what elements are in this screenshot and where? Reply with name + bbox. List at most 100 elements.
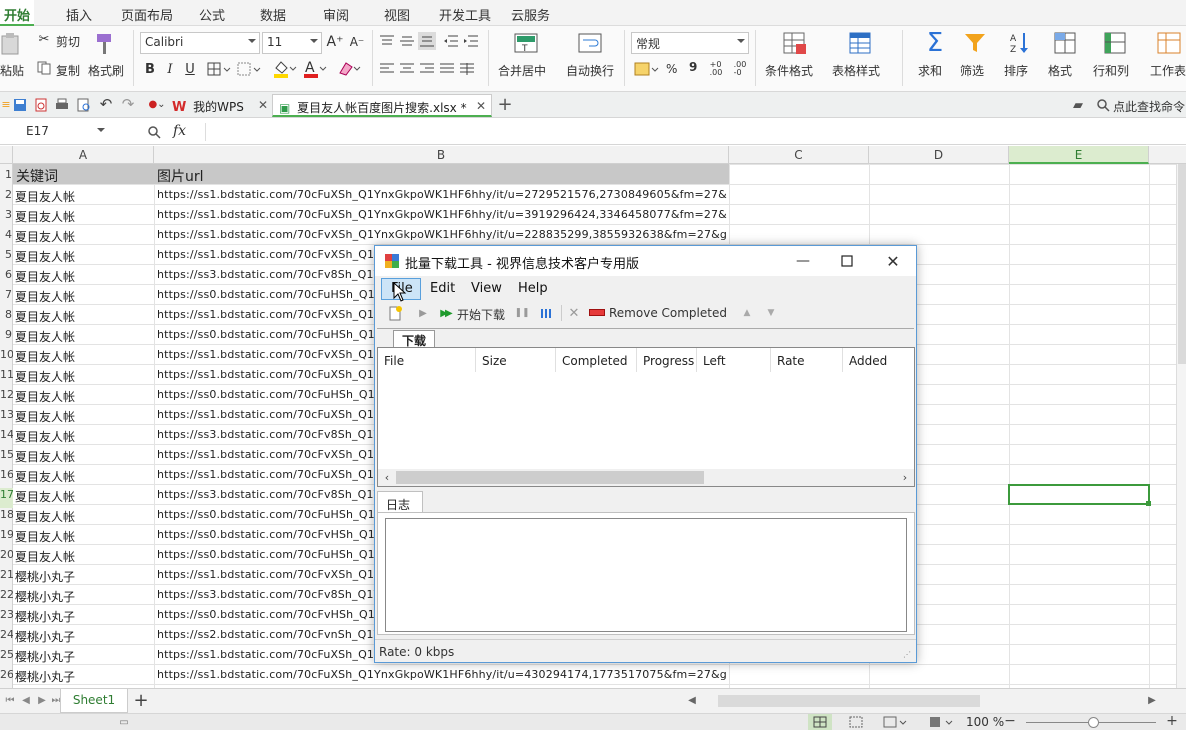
- row-header[interactable]: 11: [0, 368, 13, 388]
- next-sheet-icon[interactable]: ▶: [36, 693, 48, 707]
- percent-button[interactable]: %: [666, 62, 677, 76]
- tab-cloud[interactable]: 云服务: [511, 5, 550, 24]
- zoom-slider-thumb[interactable]: [1088, 717, 1099, 728]
- format-painter-icon[interactable]: [93, 32, 117, 56]
- formula-input[interactable]: [207, 120, 1186, 144]
- export-pdf-icon[interactable]: [33, 97, 49, 113]
- collapse-icon[interactable]: ▰: [1070, 97, 1086, 113]
- cut-button[interactable]: 剪切: [56, 33, 80, 50]
- distribute-icon[interactable]: [458, 60, 476, 78]
- row-header[interactable]: 4: [0, 228, 13, 248]
- row-header[interactable]: 16: [0, 468, 13, 488]
- tab-log[interactable]: 日志: [377, 491, 423, 513]
- column-header-d[interactable]: D: [869, 146, 1009, 164]
- doc-tab-wps[interactable]: W 我的WPS ✕: [172, 94, 270, 117]
- merge-center-icon[interactable]: T: [513, 30, 539, 56]
- select-all-corner[interactable]: [0, 146, 13, 164]
- col-header-completed[interactable]: Completed: [556, 348, 637, 372]
- pause-all-icon[interactable]: [540, 304, 554, 322]
- pause-icon[interactable]: ❚❚: [514, 304, 529, 322]
- font-color-icon[interactable]: A: [302, 58, 328, 80]
- tab-review[interactable]: 审阅: [323, 5, 349, 24]
- worksheet-button[interactable]: 工作表: [1150, 62, 1186, 79]
- col-header-size[interactable]: Size: [476, 348, 556, 372]
- row-header[interactable]: 17: [0, 488, 13, 508]
- play-icon[interactable]: ▶: [417, 304, 429, 322]
- cell-keyword[interactable]: 夏目友人帐: [15, 308, 153, 325]
- filter-button[interactable]: 筛选: [960, 62, 984, 79]
- row-header[interactable]: 14: [0, 428, 13, 448]
- cell-keyword[interactable]: 夏目友人帐: [15, 288, 153, 305]
- row-header[interactable]: 20: [0, 548, 13, 568]
- row-header[interactable]: 2: [0, 188, 13, 208]
- wrap-text-icon[interactable]: [577, 30, 603, 56]
- row-header[interactable]: 25: [0, 648, 13, 668]
- column-header-b[interactable]: B: [154, 146, 729, 164]
- search-icon[interactable]: [1096, 97, 1110, 113]
- col-header-progress[interactable]: Progress: [637, 348, 697, 372]
- align-center-icon[interactable]: [398, 60, 416, 78]
- tab-developer[interactable]: 开发工具: [439, 5, 491, 24]
- normal-view-icon[interactable]: [808, 714, 832, 730]
- column-header-e[interactable]: E: [1009, 146, 1149, 164]
- cell-keyword[interactable]: 夏目友人帐: [15, 448, 153, 465]
- conditional-format-icon[interactable]: [782, 30, 808, 56]
- row-header[interactable]: 22: [0, 588, 13, 608]
- cell-keyword[interactable]: 夏目友人帐: [15, 228, 153, 245]
- log-textarea[interactable]: [385, 518, 907, 632]
- conditional-format-button[interactable]: 条件格式: [765, 62, 813, 79]
- row-header[interactable]: 1: [0, 168, 13, 188]
- merge-center-button[interactable]: 合并居中: [498, 62, 546, 79]
- new-tab-icon[interactable]: +: [496, 94, 514, 115]
- header-cell-keyword[interactable]: 关键词: [16, 166, 152, 186]
- cell-keyword[interactable]: 樱桃小丸子: [15, 668, 153, 685]
- row-col-icon[interactable]: [1103, 30, 1129, 56]
- cell-keyword[interactable]: 夏目友人帐: [15, 548, 153, 565]
- cell-keyword[interactable]: 夏目友人帐: [15, 508, 153, 525]
- tab-home[interactable]: 开始: [0, 0, 35, 26]
- table-style-button[interactable]: 表格样式: [832, 62, 880, 79]
- macro-icon[interactable]: ▭: [116, 715, 132, 729]
- row-header[interactable]: 12: [0, 388, 13, 408]
- italic-icon[interactable]: I: [162, 60, 178, 78]
- sort-button[interactable]: 排序: [1004, 62, 1028, 79]
- format-button[interactable]: 格式: [1048, 62, 1072, 79]
- cell-keyword[interactable]: 夏目友人帐: [15, 408, 153, 425]
- column-header-c[interactable]: C: [729, 146, 869, 164]
- copy-button[interactable]: 复制: [56, 62, 80, 79]
- indent-decrease-icon[interactable]: [442, 32, 460, 50]
- vertical-scrollbar[interactable]: [1176, 164, 1186, 688]
- menu-view[interactable]: View: [471, 281, 502, 296]
- paste-icon[interactable]: [0, 32, 22, 56]
- row-header[interactable]: 23: [0, 608, 13, 628]
- dialog-titlebar[interactable]: 批量下载工具 - 视界信息技术客户专用版 — ✕: [375, 246, 916, 276]
- merge-border-icon[interactable]: [236, 60, 262, 78]
- close-icon[interactable]: ✕: [258, 98, 268, 112]
- bold-icon[interactable]: B: [142, 60, 158, 78]
- cell-keyword[interactable]: 夏目友人帐: [15, 208, 153, 225]
- new-task-icon[interactable]: [387, 304, 403, 322]
- row-header[interactable]: 9: [0, 328, 13, 348]
- tab-insert[interactable]: 插入: [66, 5, 92, 24]
- maximize-icon[interactable]: [837, 252, 857, 270]
- wps-menu-icon[interactable]: ≡: [1, 97, 10, 111]
- row-header[interactable]: 5: [0, 248, 13, 268]
- row-col-button[interactable]: 行和列: [1093, 62, 1129, 79]
- font-name-select[interactable]: Calibri: [140, 32, 260, 54]
- cell-keyword[interactable]: 夏目友人帐: [15, 488, 153, 505]
- header-cell-url[interactable]: 图片url: [157, 166, 727, 186]
- cell-keyword[interactable]: 樱桃小丸子: [15, 588, 153, 605]
- fx-icon[interactable]: fx: [173, 123, 186, 139]
- align-middle-icon[interactable]: [398, 32, 416, 50]
- move-up-icon[interactable]: ▲: [741, 304, 753, 322]
- cell-keyword[interactable]: 夏目友人帐: [15, 188, 153, 205]
- sum-button[interactable]: 求和: [918, 62, 942, 79]
- find-command-input[interactable]: 点此查找命令: [1113, 98, 1185, 115]
- reading-mode-icon[interactable]: [880, 714, 910, 730]
- remove-completed-icon[interactable]: [589, 309, 605, 316]
- add-sheet-icon[interactable]: +: [132, 690, 150, 711]
- row-header[interactable]: 10: [0, 348, 13, 368]
- move-down-icon[interactable]: ▼: [765, 304, 777, 322]
- list-hscrollbar[interactable]: ‹ ›: [378, 469, 914, 486]
- increase-font-icon[interactable]: A⁺: [326, 32, 344, 52]
